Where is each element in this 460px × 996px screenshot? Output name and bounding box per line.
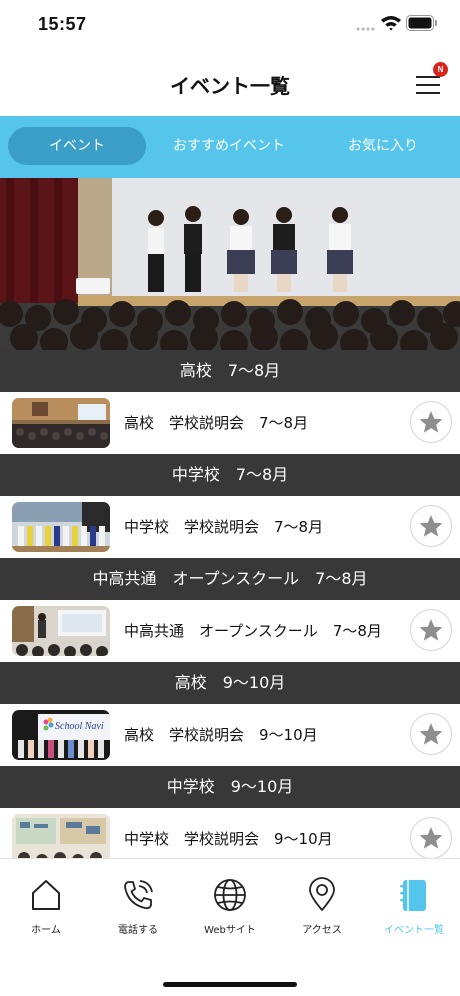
thumbnail-caption: School Navi (55, 721, 104, 732)
event-thumbnail (12, 398, 110, 448)
event-thumbnail (12, 814, 110, 858)
hero-image (0, 178, 460, 350)
section-header: 中学校 7〜8月 (0, 454, 460, 496)
notification-badge: N (433, 62, 448, 77)
home-indicator (163, 982, 297, 987)
event-item[interactable]: 中学校 学校説明会 7〜8月 (0, 496, 460, 558)
favorite-button[interactable] (410, 401, 452, 443)
section-header: 中学校 9〜10月 (0, 766, 460, 808)
nav-label: イベント一覧 (384, 925, 444, 936)
star-icon (419, 723, 443, 745)
nav-access[interactable]: アクセス (276, 877, 368, 947)
tab-events[interactable]: イベント (8, 127, 146, 165)
cellular-signal-icon (356, 27, 375, 31)
star-icon (419, 827, 443, 849)
event-list[interactable]: 高校 7〜8月 高校 学校説明会 7〜8月 中学校 7〜8月 中学校 学校説明会… (0, 350, 460, 858)
menu-button[interactable]: N (414, 62, 448, 98)
tab-favorites[interactable]: お気に入り (314, 127, 452, 165)
location-pin-icon (309, 877, 335, 911)
star-icon (419, 515, 443, 537)
nav-event-list[interactable]: イベント一覧 (368, 877, 460, 947)
favorite-button[interactable] (410, 609, 452, 651)
home-icon (32, 880, 60, 910)
favorite-button[interactable] (410, 713, 452, 755)
navigation-header: イベント一覧 N (0, 50, 460, 116)
favorite-button[interactable] (410, 817, 452, 858)
event-title: 中学校 学校説明会 7〜8月 (124, 518, 324, 536)
tab-bar: イベント おすすめイベント お気に入り (0, 116, 460, 178)
event-thumbnail (12, 502, 110, 552)
section-header: 高校 7〜8月 (0, 350, 460, 392)
bottom-tab-bar: ホーム 電話する Webサイト アクセス イベント一覧 (0, 858, 460, 996)
page-title: イベント一覧 (170, 74, 290, 98)
nav-phone[interactable]: 電話する (92, 877, 184, 947)
event-title: 中高共通 オープンスクール 7〜8月 (124, 622, 382, 640)
event-thumbnail: School Navi (12, 710, 110, 760)
event-title: 高校 学校説明会 7〜8月 (124, 414, 309, 432)
favorite-button[interactable] (410, 505, 452, 547)
globe-icon (214, 879, 246, 911)
status-bar: 15:57 (0, 0, 460, 50)
event-title: 中学校 学校説明会 9〜10月 (124, 830, 333, 848)
star-icon (419, 411, 443, 433)
event-title: 高校 学校説明会 9〜10月 (124, 726, 318, 744)
nav-label: 電話する (118, 925, 158, 936)
status-time: 15:57 (38, 14, 87, 34)
battery-icon (406, 15, 437, 31)
notebook-icon (400, 880, 426, 911)
star-icon (419, 619, 443, 641)
phone-icon (124, 880, 153, 910)
nav-home[interactable]: ホーム (0, 877, 92, 947)
nav-label: アクセス (302, 925, 342, 936)
event-item[interactable]: 高校 学校説明会 7〜8月 (0, 392, 460, 454)
event-item[interactable]: 中高共通 オープンスクール 7〜8月 (0, 600, 460, 662)
wifi-icon (381, 16, 401, 31)
nav-label: Webサイト (204, 925, 256, 936)
nav-website[interactable]: Webサイト (184, 877, 276, 947)
event-item[interactable]: School Navi 高校 学校説明会 9〜10月 (0, 704, 460, 766)
section-header: 高校 9〜10月 (0, 662, 460, 704)
event-item[interactable]: 中学校 学校説明会 9〜10月 (0, 808, 460, 858)
section-header: 中高共通 オープンスクール 7〜8月 (0, 558, 460, 600)
nav-label: ホーム (31, 925, 61, 936)
event-thumbnail (12, 606, 110, 656)
tab-recommended-events[interactable]: おすすめイベント (160, 127, 298, 165)
